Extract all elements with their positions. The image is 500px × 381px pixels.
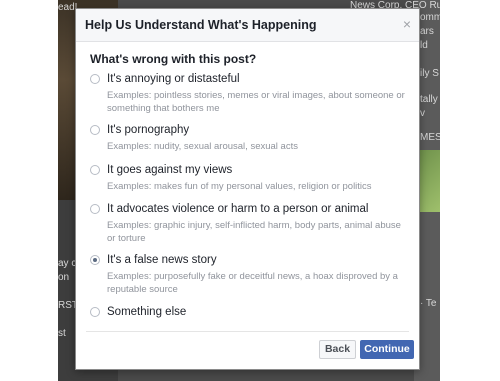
radio-button[interactable] xyxy=(90,307,100,317)
option-violence[interactable]: It advocates violence or harm to a perso… xyxy=(90,203,410,244)
background-text: ily S xyxy=(420,68,439,79)
background-text: st xyxy=(58,328,66,339)
dialog-header: Help Us Understand What's Happening × xyxy=(76,9,419,42)
background-text: tally xyxy=(420,94,438,105)
background-text: v xyxy=(420,108,425,119)
option-label[interactable]: It advocates violence or harm to a perso… xyxy=(107,203,368,215)
option-against-views[interactable]: It goes against my views Examples: makes… xyxy=(90,164,410,194)
background-text: MES xyxy=(420,132,440,143)
footer-divider xyxy=(86,331,409,332)
option-example: Examples: pointless stories, memes or vi… xyxy=(107,90,405,114)
option-example: Examples: nudity, sexual arousal, sexual… xyxy=(107,141,298,152)
background-text: · Te xyxy=(420,298,437,309)
report-dialog: Help Us Understand What's Happening × Wh… xyxy=(75,8,420,370)
option-example: Examples: makes fun of my personal value… xyxy=(107,181,372,192)
option-example: Examples: purposefully fake or deceitful… xyxy=(107,271,398,295)
option-something-else[interactable]: Something else xyxy=(90,306,410,322)
radio-button-checked[interactable] xyxy=(90,255,100,265)
option-pornography[interactable]: It's pornography Examples: nudity, sexua… xyxy=(90,124,410,154)
radio-button[interactable] xyxy=(90,125,100,135)
background-text: ld xyxy=(420,40,428,51)
option-label[interactable]: It goes against my views xyxy=(107,164,232,176)
radio-button[interactable] xyxy=(90,74,100,84)
option-label[interactable]: Something else xyxy=(107,306,186,318)
close-icon[interactable]: × xyxy=(403,16,411,32)
background-text: omm xyxy=(420,12,440,23)
option-example: Examples: graphic injury, self-inflicted… xyxy=(107,220,401,244)
option-false-news[interactable]: It's a false news story Examples: purpos… xyxy=(90,254,410,295)
background-text: on xyxy=(58,272,70,283)
radio-button[interactable] xyxy=(90,165,100,175)
continue-button[interactable]: Continue xyxy=(360,340,414,359)
dialog-question: What's wrong with this post? xyxy=(90,52,257,66)
option-label[interactable]: It's pornography xyxy=(107,124,189,136)
option-label[interactable]: It's annoying or distasteful xyxy=(107,73,240,85)
option-label[interactable]: It's a false news story xyxy=(107,254,217,266)
radio-button[interactable] xyxy=(90,204,100,214)
option-annoying[interactable]: It's annoying or distasteful Examples: p… xyxy=(90,73,410,114)
dialog-title: Help Us Understand What's Happening xyxy=(85,18,317,32)
background-text: ay c xyxy=(58,258,77,269)
background-text: ars xyxy=(420,26,434,37)
back-button[interactable]: Back xyxy=(319,340,356,359)
